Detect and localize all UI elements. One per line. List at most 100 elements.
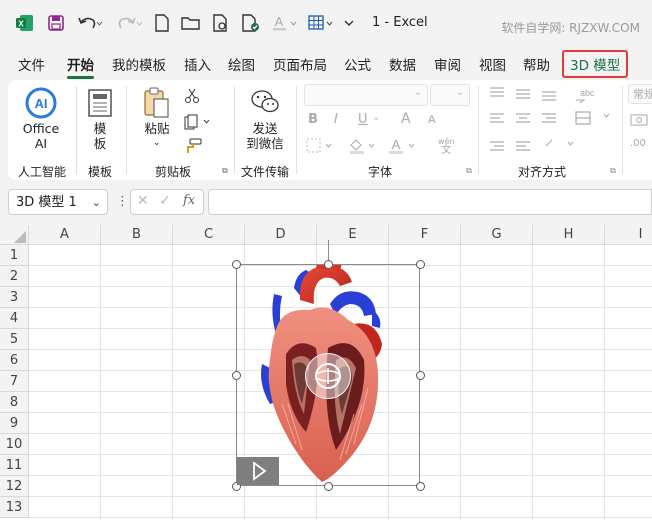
table-format-icon[interactable] xyxy=(306,12,336,34)
dialog-launcher-icon[interactable]: ⧉ xyxy=(466,166,472,176)
resize-handle-top-left[interactable] xyxy=(232,260,241,269)
column-header-f[interactable]: F xyxy=(389,225,461,245)
send-label-1: 发送 xyxy=(252,121,278,136)
tab-file[interactable]: 文件 xyxy=(18,54,45,74)
chevron-down-icon[interactable]: ⌄ xyxy=(372,112,380,123)
column-header-g[interactable]: G xyxy=(461,225,533,245)
row-header-9[interactable]: 9 xyxy=(0,413,29,434)
wechat-icon[interactable] xyxy=(250,88,280,119)
row-header-10[interactable]: 10 xyxy=(0,434,29,455)
row-header-11[interactable]: 11 xyxy=(0,455,29,476)
paste-dropdown-icon[interactable]: ⌄ xyxy=(153,138,161,148)
row-header-2[interactable]: 2 xyxy=(0,266,29,287)
row-header-1[interactable]: 1 xyxy=(0,245,29,266)
confirm-icon[interactable]: ✓ xyxy=(159,193,171,209)
formula-input[interactable] xyxy=(208,189,652,215)
phonetic-button[interactable]: wén 文 xyxy=(438,137,455,156)
insert-function-button[interactable]: fx xyxy=(183,193,195,208)
template-icon[interactable] xyxy=(86,88,114,118)
cancel-icon[interactable]: ✕ xyxy=(137,193,149,209)
row-header-7[interactable]: 7 xyxy=(0,371,29,392)
format-painter-icon[interactable] xyxy=(184,138,202,157)
column-header-b[interactable]: B xyxy=(101,225,173,245)
tab-data[interactable]: 数据 xyxy=(389,54,416,74)
fill-color-icon[interactable] xyxy=(348,137,380,158)
paste-button[interactable]: 粘贴 xyxy=(138,121,176,136)
select-all-corner[interactable] xyxy=(0,225,29,245)
column-header-d[interactable]: D xyxy=(245,225,317,245)
redo-icon[interactable] xyxy=(114,12,144,34)
number-format-dropdown[interactable]: 常规 xyxy=(628,84,652,104)
office-ai-button[interactable]: Office AI xyxy=(18,121,64,151)
font-name-dropdown[interactable]: ⌄ xyxy=(304,84,428,106)
tab-view[interactable]: 视图 xyxy=(479,54,506,74)
send-to-wechat-button[interactable]: 发送 到微信 xyxy=(242,121,288,151)
border-icon[interactable] xyxy=(306,138,336,157)
shrink-font-button[interactable]: A xyxy=(428,113,436,126)
currency-icon[interactable] xyxy=(630,112,650,131)
paste-icon[interactable] xyxy=(142,86,172,120)
tab-draw[interactable]: 绘图 xyxy=(228,54,255,74)
divider xyxy=(126,86,127,174)
decimal-icon[interactable]: .00 xyxy=(630,138,646,149)
dialog-launcher-icon[interactable]: ⧉ xyxy=(222,166,228,176)
column-header-c[interactable]: C xyxy=(173,225,245,245)
dialog-launcher-icon[interactable]: ⧉ xyxy=(610,166,616,176)
font-color-quick-icon[interactable]: A xyxy=(270,12,300,34)
row-header-6[interactable]: 6 xyxy=(0,350,29,371)
tab-formulas[interactable]: 公式 xyxy=(344,54,371,74)
row-header-12[interactable]: 12 xyxy=(0,476,29,497)
cut-icon[interactable] xyxy=(184,88,200,107)
undo-icon[interactable] xyxy=(76,12,104,34)
resize-handle-bottom-right[interactable] xyxy=(416,482,425,491)
bold-button[interactable]: B xyxy=(308,112,318,127)
font-size-dropdown[interactable]: ⌄ xyxy=(430,84,470,106)
print-preview-icon[interactable] xyxy=(210,12,232,34)
tab-my-templates[interactable]: 我的模板 xyxy=(112,54,166,74)
template-label-2: 板 xyxy=(93,136,107,151)
office-ai-label-2: AI xyxy=(34,136,48,151)
grow-font-button[interactable]: A xyxy=(401,111,411,127)
3d-rotate-icon[interactable] xyxy=(305,353,351,399)
tab-help[interactable]: 帮助 xyxy=(523,54,550,74)
grid-line xyxy=(29,496,652,497)
office-ai-icon[interactable]: AI xyxy=(24,86,58,120)
new-file-icon[interactable] xyxy=(152,12,172,34)
row-header-13[interactable]: 13 xyxy=(0,497,29,518)
customize-toolbar-icon[interactable] xyxy=(342,12,356,34)
row-header-5[interactable]: 5 xyxy=(0,329,29,350)
more-options-icon[interactable]: ⋮ xyxy=(116,194,129,209)
row-header-3[interactable]: 3 xyxy=(0,287,29,308)
tab-review[interactable]: 审阅 xyxy=(434,54,461,74)
column-header-i[interactable]: I xyxy=(605,225,652,245)
tab-insert[interactable]: 插入 xyxy=(184,54,211,74)
italic-button[interactable]: I xyxy=(334,112,338,127)
chevron-down-icon: ⌄ xyxy=(455,87,464,98)
tab-home[interactable]: 开始 xyxy=(67,54,94,79)
resize-handle-right[interactable] xyxy=(416,371,425,380)
resize-handle-top-right[interactable] xyxy=(416,260,425,269)
open-folder-icon[interactable] xyxy=(180,12,202,34)
chevron-down-icon: ⌄ xyxy=(413,87,422,98)
tab-3d-model[interactable]: 3D 模型 xyxy=(562,50,629,78)
3d-model-object[interactable] xyxy=(232,240,425,491)
font-color-icon[interactable]: A xyxy=(388,137,420,158)
tab-page-layout[interactable]: 页面布局 xyxy=(273,54,327,74)
group-label-clipboard: 剪贴板 xyxy=(154,165,191,179)
column-header-h[interactable]: H xyxy=(533,225,605,245)
window-title: 1 - Excel xyxy=(372,15,428,30)
check-file-icon[interactable] xyxy=(240,12,262,34)
row-header-8[interactable]: 8 xyxy=(0,392,29,413)
name-box[interactable]: 3D 模型 1 ⌄ xyxy=(8,189,108,215)
save-icon[interactable] xyxy=(46,12,66,34)
row-header-4[interactable]: 4 xyxy=(0,308,29,329)
resize-handle-left[interactable] xyxy=(232,371,241,380)
group-label-transfer: 文件传输 xyxy=(240,165,289,179)
resize-handle-top[interactable] xyxy=(324,260,333,269)
template-button[interactable]: 模板 xyxy=(84,121,116,151)
copy-icon[interactable] xyxy=(184,114,212,133)
resize-handle-bottom[interactable] xyxy=(324,482,333,491)
underline-button[interactable]: U xyxy=(358,112,368,127)
column-header-a[interactable]: A xyxy=(29,225,101,245)
play-animation-button[interactable] xyxy=(237,457,279,485)
